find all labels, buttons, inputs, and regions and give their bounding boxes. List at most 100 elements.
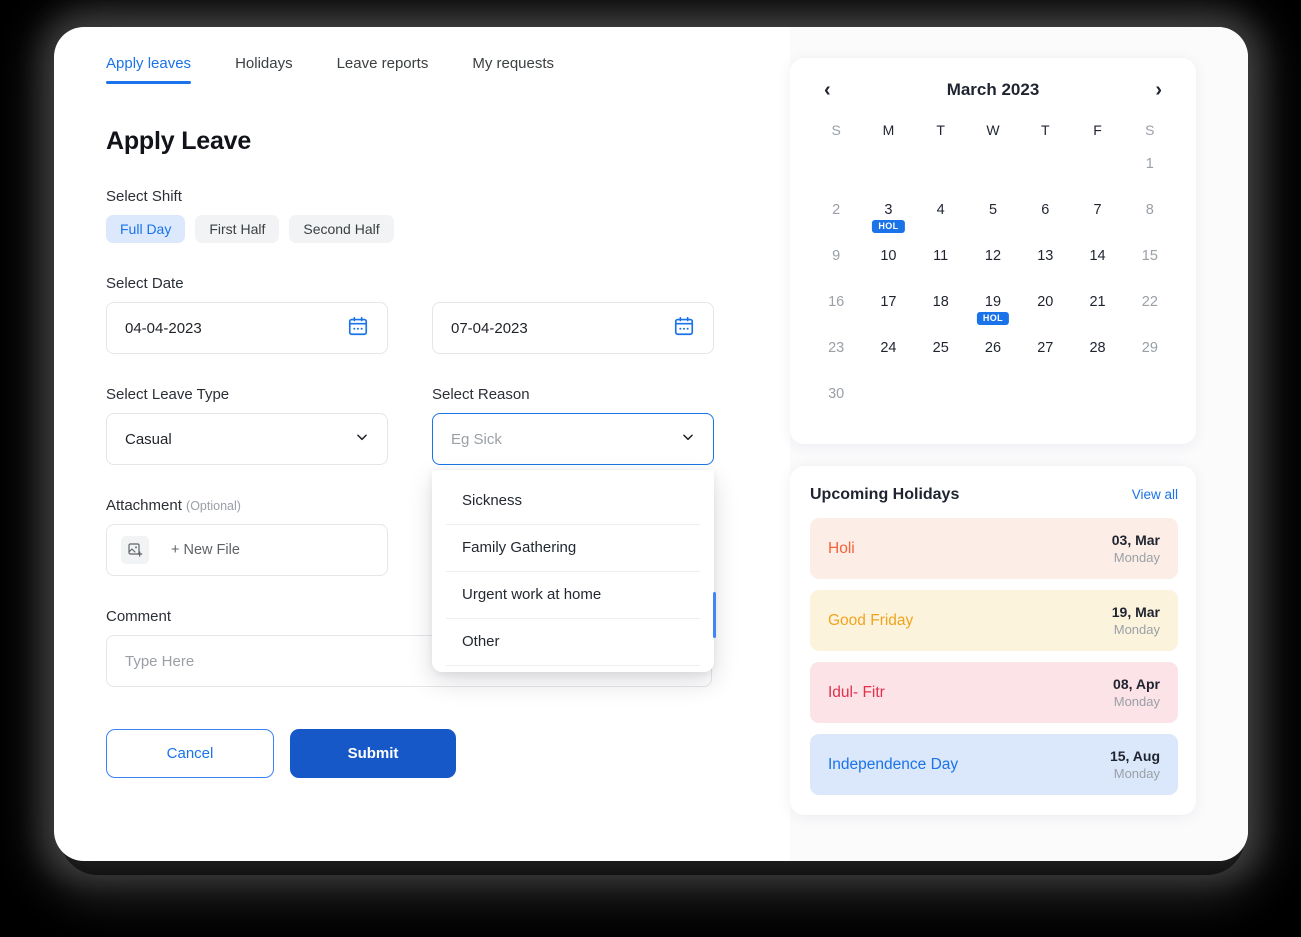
calendar-day[interactable]: 25 <box>915 334 967 380</box>
shift-chip-second-half[interactable]: Second Half <box>289 215 394 243</box>
holiday-name: Independence Day <box>828 755 959 773</box>
dropdown-option[interactable]: Urgent work at home <box>446 572 700 619</box>
leave-type-select[interactable]: Casual <box>106 413 388 465</box>
view-all-link[interactable]: View all <box>1132 487 1178 502</box>
calendar-day[interactable]: 9 <box>810 242 862 288</box>
calendar-day[interactable]: 15 <box>1124 242 1176 288</box>
calendar-day[interactable]: 13 <box>1019 242 1071 288</box>
calendar-day[interactable]: 5 <box>967 196 1019 242</box>
calendar-day[interactable]: 2 <box>810 196 862 242</box>
calendar-day-number: 12 <box>984 248 1002 264</box>
calendar-day[interactable]: 17 <box>862 288 914 334</box>
calendar-day-number: 17 <box>880 294 897 310</box>
holiday-date: 08, Apr <box>1113 676 1160 692</box>
reason-select[interactable]: Eg Sick <box>432 413 714 465</box>
page-title: Apply Leave <box>106 127 252 155</box>
calendar-day-header: W <box>986 122 1000 138</box>
calendar-empty-cell <box>967 150 1019 196</box>
calendar-day[interactable]: 29 <box>1124 334 1176 380</box>
chevron-down-icon <box>355 430 369 449</box>
upcoming-holidays-card: Upcoming Holidays View all Holi 03, Mar Mo… <box>790 466 1196 815</box>
tab-apply-leaves[interactable]: Apply leaves <box>106 55 213 84</box>
holiday-list-item[interactable]: Holi 03, Mar Monday <box>810 518 1178 579</box>
calendar-day-number: 3 <box>884 202 893 218</box>
chevron-right-icon[interactable]: › <box>1149 78 1168 102</box>
select-shift-label: Select Shift <box>106 188 182 205</box>
shift-chip-group: Full Day First Half Second Half <box>106 215 794 243</box>
calendar-day[interactable]: 27 <box>1019 334 1071 380</box>
calendar-day-number: 7 <box>1093 202 1102 218</box>
holiday-list-item[interactable]: Independence Day 15, Aug Monday <box>810 734 1178 795</box>
calendar-day-number: 2 <box>832 202 841 218</box>
submit-button[interactable]: Submit <box>290 729 456 778</box>
right-sidebar: ‹ March 2023 › S M T W T F S 1 2 3 HOL 4 5 6 7 8 9 10 11 12… <box>790 27 1248 861</box>
holiday-weekday: Monday <box>1113 694 1160 709</box>
calendar-day-number: 11 <box>933 248 949 264</box>
chevron-left-icon[interactable]: ‹ <box>818 78 837 102</box>
calendar-day[interactable]: 10 <box>862 242 914 288</box>
holiday-list-item[interactable]: Idul- Fitr 08, Apr Monday <box>810 662 1178 723</box>
calendar-day[interactable]: 6 <box>1019 196 1071 242</box>
calendar-header: ‹ March 2023 › <box>810 78 1176 102</box>
calendar-day[interactable]: 23 <box>810 334 862 380</box>
calendar-day[interactable]: 22 <box>1124 288 1176 334</box>
calendar-day-number: 4 <box>936 202 945 218</box>
holiday-name: Idul- Fitr <box>828 683 885 701</box>
calendar-day[interactable]: 20 <box>1019 288 1071 334</box>
calendar-day[interactable]: 16 <box>810 288 862 334</box>
calendar-day[interactable]: 30 <box>810 380 862 426</box>
calendar-day[interactable]: 14 <box>1071 242 1123 288</box>
cancel-button[interactable]: Cancel <box>106 729 274 778</box>
calendar-day[interactable]: 3 HOL <box>862 196 914 242</box>
date-to-field[interactable]: 07-04-2023 <box>432 302 714 354</box>
select-shift-section: Select Shift Full Day First Half Second Ha… <box>106 188 794 243</box>
date-row: 04-04-2023 07-04-2023 <box>106 302 794 354</box>
holiday-weekday: Monday <box>1113 550 1160 565</box>
shift-chip-full-day[interactable]: Full Day <box>106 215 186 243</box>
calendar-day-number: 22 <box>1141 294 1158 310</box>
shift-chip-first-half[interactable]: First Half <box>195 215 280 243</box>
calendar-day[interactable]: 11 <box>915 242 967 288</box>
calendar-day[interactable]: 1 <box>1124 150 1176 196</box>
calendar-day[interactable]: 19 HOL <box>967 288 1019 334</box>
dropdown-option[interactable]: Family Gathering <box>446 525 700 572</box>
tab-my-requests[interactable]: My requests <box>472 55 576 84</box>
holiday-date: 19, Mar <box>1111 604 1160 620</box>
new-file-label: + New File <box>171 542 240 558</box>
calendar-day[interactable]: 18 <box>915 288 967 334</box>
holiday-list-item[interactable]: Good Friday 19, Mar Monday <box>810 590 1178 651</box>
holiday-date-block: 03, Mar Monday <box>1112 532 1160 565</box>
calendar-day-number: 15 <box>1141 248 1158 264</box>
form-actions: Cancel Submit <box>106 729 794 778</box>
calendar-day[interactable]: 4 <box>915 196 967 242</box>
calendar-day[interactable]: 12 <box>967 242 1019 288</box>
apply-leave-panel: Apply leaves Holidays Leave reports My requ… <box>54 27 794 861</box>
dropdown-scrollbar[interactable] <box>713 592 716 638</box>
holiday-date: 15, Aug <box>1109 748 1160 764</box>
tab-leave-reports[interactable]: Leave reports <box>337 55 451 84</box>
calendar-day-number: 1 <box>1145 156 1154 172</box>
calendar-day[interactable]: 8 <box>1124 196 1176 242</box>
calendar-day[interactable]: 24 <box>862 334 914 380</box>
calendar-day[interactable]: 7 <box>1071 196 1123 242</box>
leave-type-value: Casual <box>125 430 172 448</box>
dropdown-option[interactable]: Other <box>446 619 700 666</box>
reason-placeholder: Eg Sick <box>451 430 502 448</box>
calendar-icon[interactable] <box>347 315 369 342</box>
tab-bar: Apply leaves Holidays Leave reports My requ… <box>106 55 794 101</box>
calendar-day-header: T <box>936 122 945 138</box>
calendar-empty-cell <box>1071 150 1123 196</box>
calendar-day-number: 23 <box>828 340 845 356</box>
calendar-empty-cell <box>862 150 914 196</box>
calendar-day[interactable]: 28 <box>1071 334 1123 380</box>
calendar-icon[interactable] <box>673 315 695 342</box>
holiday-date: 03, Mar <box>1111 532 1160 548</box>
dropdown-option[interactable]: Sickness <box>446 478 700 525</box>
calendar-day-number: 9 <box>832 248 841 264</box>
new-file-button[interactable]: + New File <box>106 524 388 576</box>
calendar-day-header: T <box>1041 122 1050 138</box>
calendar-day[interactable]: 26 <box>967 334 1019 380</box>
date-from-field[interactable]: 04-04-2023 <box>106 302 388 354</box>
tab-holidays[interactable]: Holidays <box>235 55 315 84</box>
calendar-day[interactable]: 21 <box>1071 288 1123 334</box>
